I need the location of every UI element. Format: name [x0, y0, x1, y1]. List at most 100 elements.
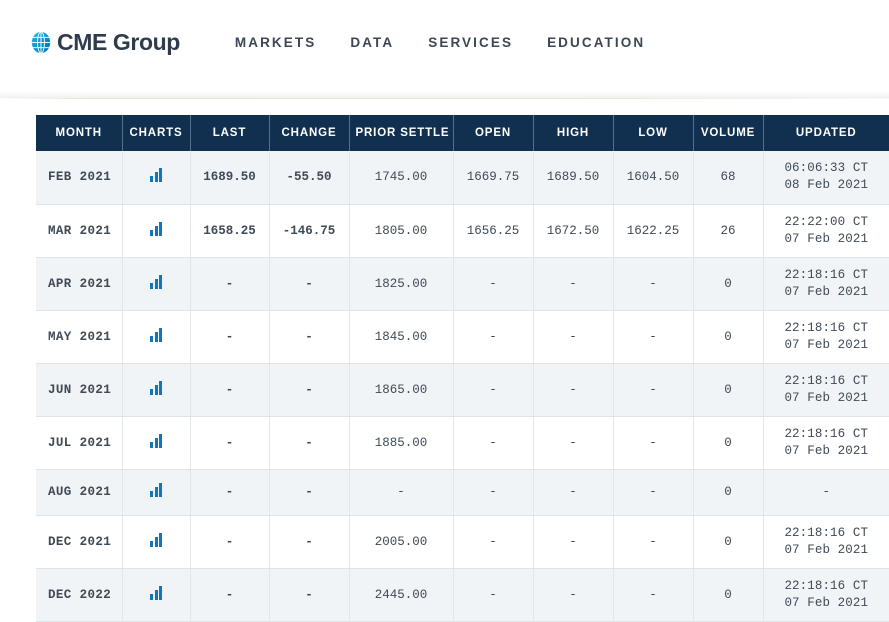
cell-last: - [190, 469, 270, 516]
cell-open: 1669.75 [453, 151, 534, 205]
cell-last: - [190, 416, 270, 470]
nav-item-data[interactable]: Data [350, 35, 394, 50]
cell-open: 1656.25 [453, 204, 534, 258]
bar-chart-bar [154, 536, 158, 547]
cell-month: MAY 2021 [36, 310, 123, 364]
bar-chart-icon[interactable] [150, 327, 162, 342]
cell-charts [122, 515, 191, 569]
bar-chart-icon[interactable] [150, 585, 162, 600]
cell-prior-settle: 2005.00 [349, 515, 454, 569]
nav-item-education[interactable]: Education [547, 35, 645, 50]
bar-chart-icon[interactable] [150, 274, 162, 289]
column-header-charts[interactable]: Charts [122, 115, 191, 151]
cell-change: - [269, 568, 350, 622]
site-header: CME Group Markets Data Services Educatio… [0, 0, 889, 99]
nav-item-services[interactable]: Services [428, 35, 513, 50]
cell-charts [122, 568, 191, 622]
column-header-updated[interactable]: Updated [763, 115, 889, 151]
cell-open: - [453, 257, 534, 311]
cell-high: - [533, 257, 614, 311]
bar-chart-bar [150, 335, 153, 342]
cell-updated: 22:18:16 CT 07 Feb 2021 [763, 310, 889, 364]
cell-high: 1689.50 [533, 151, 614, 205]
cell-high: - [533, 416, 614, 470]
bar-chart-bar [159, 380, 162, 395]
updated-time: 22:18:16 CT [784, 525, 869, 540]
cell-charts [122, 257, 191, 311]
cell-last: - [190, 568, 270, 622]
updated-date: 07 Feb 2021 [784, 542, 869, 557]
cell-open: - [453, 515, 534, 569]
table-row[interactable]: JUN 2021- -1865.00- - -0 22:18:16 CT 07 Feb 2… [36, 363, 889, 417]
cell-month: DEC 2022 [36, 568, 123, 622]
column-header-prior-settle[interactable]: Prior Settle [349, 115, 454, 151]
cell-month: APR 2021 [36, 257, 123, 311]
table-header-row: Month Charts Last Change Prior Settle Op… [36, 115, 889, 151]
table-row[interactable]: AUG 2021- - - - - -0- [36, 469, 889, 516]
cell-prior-settle: 1865.00 [349, 363, 454, 417]
bar-chart-icon[interactable] [150, 532, 162, 547]
table-row[interactable]: MAR 2021 1658.25 -146.75 1805.00 1656.25 1672… [36, 204, 889, 258]
cell-charts [122, 363, 191, 417]
bar-chart-icon[interactable] [150, 433, 162, 448]
cell-volume: 0 [693, 515, 764, 569]
cell-change: -55.50 [269, 151, 350, 205]
bar-chart-bar [150, 540, 153, 547]
cme-group-logo[interactable]: CME Group [30, 30, 180, 54]
cell-low: 1604.50 [613, 151, 694, 205]
cell-charts [122, 416, 191, 470]
cell-prior-settle: 1885.00 [349, 416, 454, 470]
quotes-table: Month Charts Last Change Prior Settle Op… [36, 115, 889, 622]
column-header-month[interactable]: Month [36, 115, 123, 151]
cell-prior-settle: 1825.00 [349, 257, 454, 311]
column-header-low[interactable]: Low [613, 115, 694, 151]
table-row[interactable]: FEB 2021 1689.50 -55.50 1745.00 1669.75 1689.… [36, 151, 889, 205]
bar-chart-icon[interactable] [150, 168, 162, 183]
cell-low: - [613, 310, 694, 364]
quotes-table-region: Month Charts Last Change Prior Settle Op… [0, 99, 889, 622]
cell-volume: 0 [693, 416, 764, 470]
updated-date: 07 Feb 2021 [784, 337, 869, 352]
bar-chart-bar [154, 384, 158, 395]
cell-high: - [533, 363, 614, 417]
updated-time: 06:06:33 CT [784, 161, 869, 176]
nav-item-markets[interactable]: Markets [235, 35, 316, 50]
bar-chart-bar [159, 483, 162, 497]
cell-charts [122, 151, 191, 205]
cell-high: - [533, 469, 614, 516]
cell-charts [122, 204, 191, 258]
bar-chart-icon[interactable] [150, 221, 162, 236]
cell-prior-settle: 1845.00 [349, 310, 454, 364]
bar-chart-bar [150, 593, 153, 600]
cell-prior-settle: 1805.00 [349, 204, 454, 258]
table-row[interactable]: MAY 2021- -1845.00- - -0 22:18:16 CT 07 Feb 2… [36, 310, 889, 364]
table-row[interactable]: APR 2021- -1825.00- - -0 22:18:16 CT 07 Feb 2… [36, 257, 889, 311]
table-row[interactable]: DEC 2022- -2445.00- - -0 22:18:16 CT 07 Feb 2… [36, 568, 889, 622]
column-header-last[interactable]: Last [190, 115, 270, 151]
quotes-table-body: FEB 2021 1689.50 -55.50 1745.00 1669.75 1689.… [36, 151, 889, 622]
cell-open: - [453, 568, 534, 622]
header-shadow [0, 91, 889, 98]
cell-charts [122, 310, 191, 364]
cell-charts [122, 469, 191, 516]
cell-low: - [613, 469, 694, 516]
column-header-volume[interactable]: Volume [693, 115, 764, 151]
bar-chart-bar [159, 274, 162, 289]
column-header-change[interactable]: Change [269, 115, 350, 151]
quotes-table-head: Month Charts Last Change Prior Settle Op… [36, 115, 889, 151]
cell-open: - [453, 310, 534, 364]
bar-chart-bar [154, 331, 158, 342]
column-header-open[interactable]: Open [453, 115, 534, 151]
cell-change: -146.75 [269, 204, 350, 258]
cell-month: DEC 2021 [36, 515, 123, 569]
bar-chart-icon[interactable] [150, 380, 162, 395]
column-header-high[interactable]: High [533, 115, 614, 151]
table-row[interactable]: DEC 2021- -2005.00- - -0 22:18:16 CT 07 Feb 2… [36, 515, 889, 569]
bar-chart-bar [154, 487, 158, 497]
bar-chart-icon[interactable] [150, 483, 162, 497]
bar-chart-bar [159, 168, 162, 183]
cell-low: - [613, 515, 694, 569]
bar-chart-bar [150, 491, 153, 497]
updated-date: 07 Feb 2021 [784, 284, 869, 299]
table-row[interactable]: JUL 2021- -1885.00- - -0 22:18:16 CT 07 Feb 2… [36, 416, 889, 470]
